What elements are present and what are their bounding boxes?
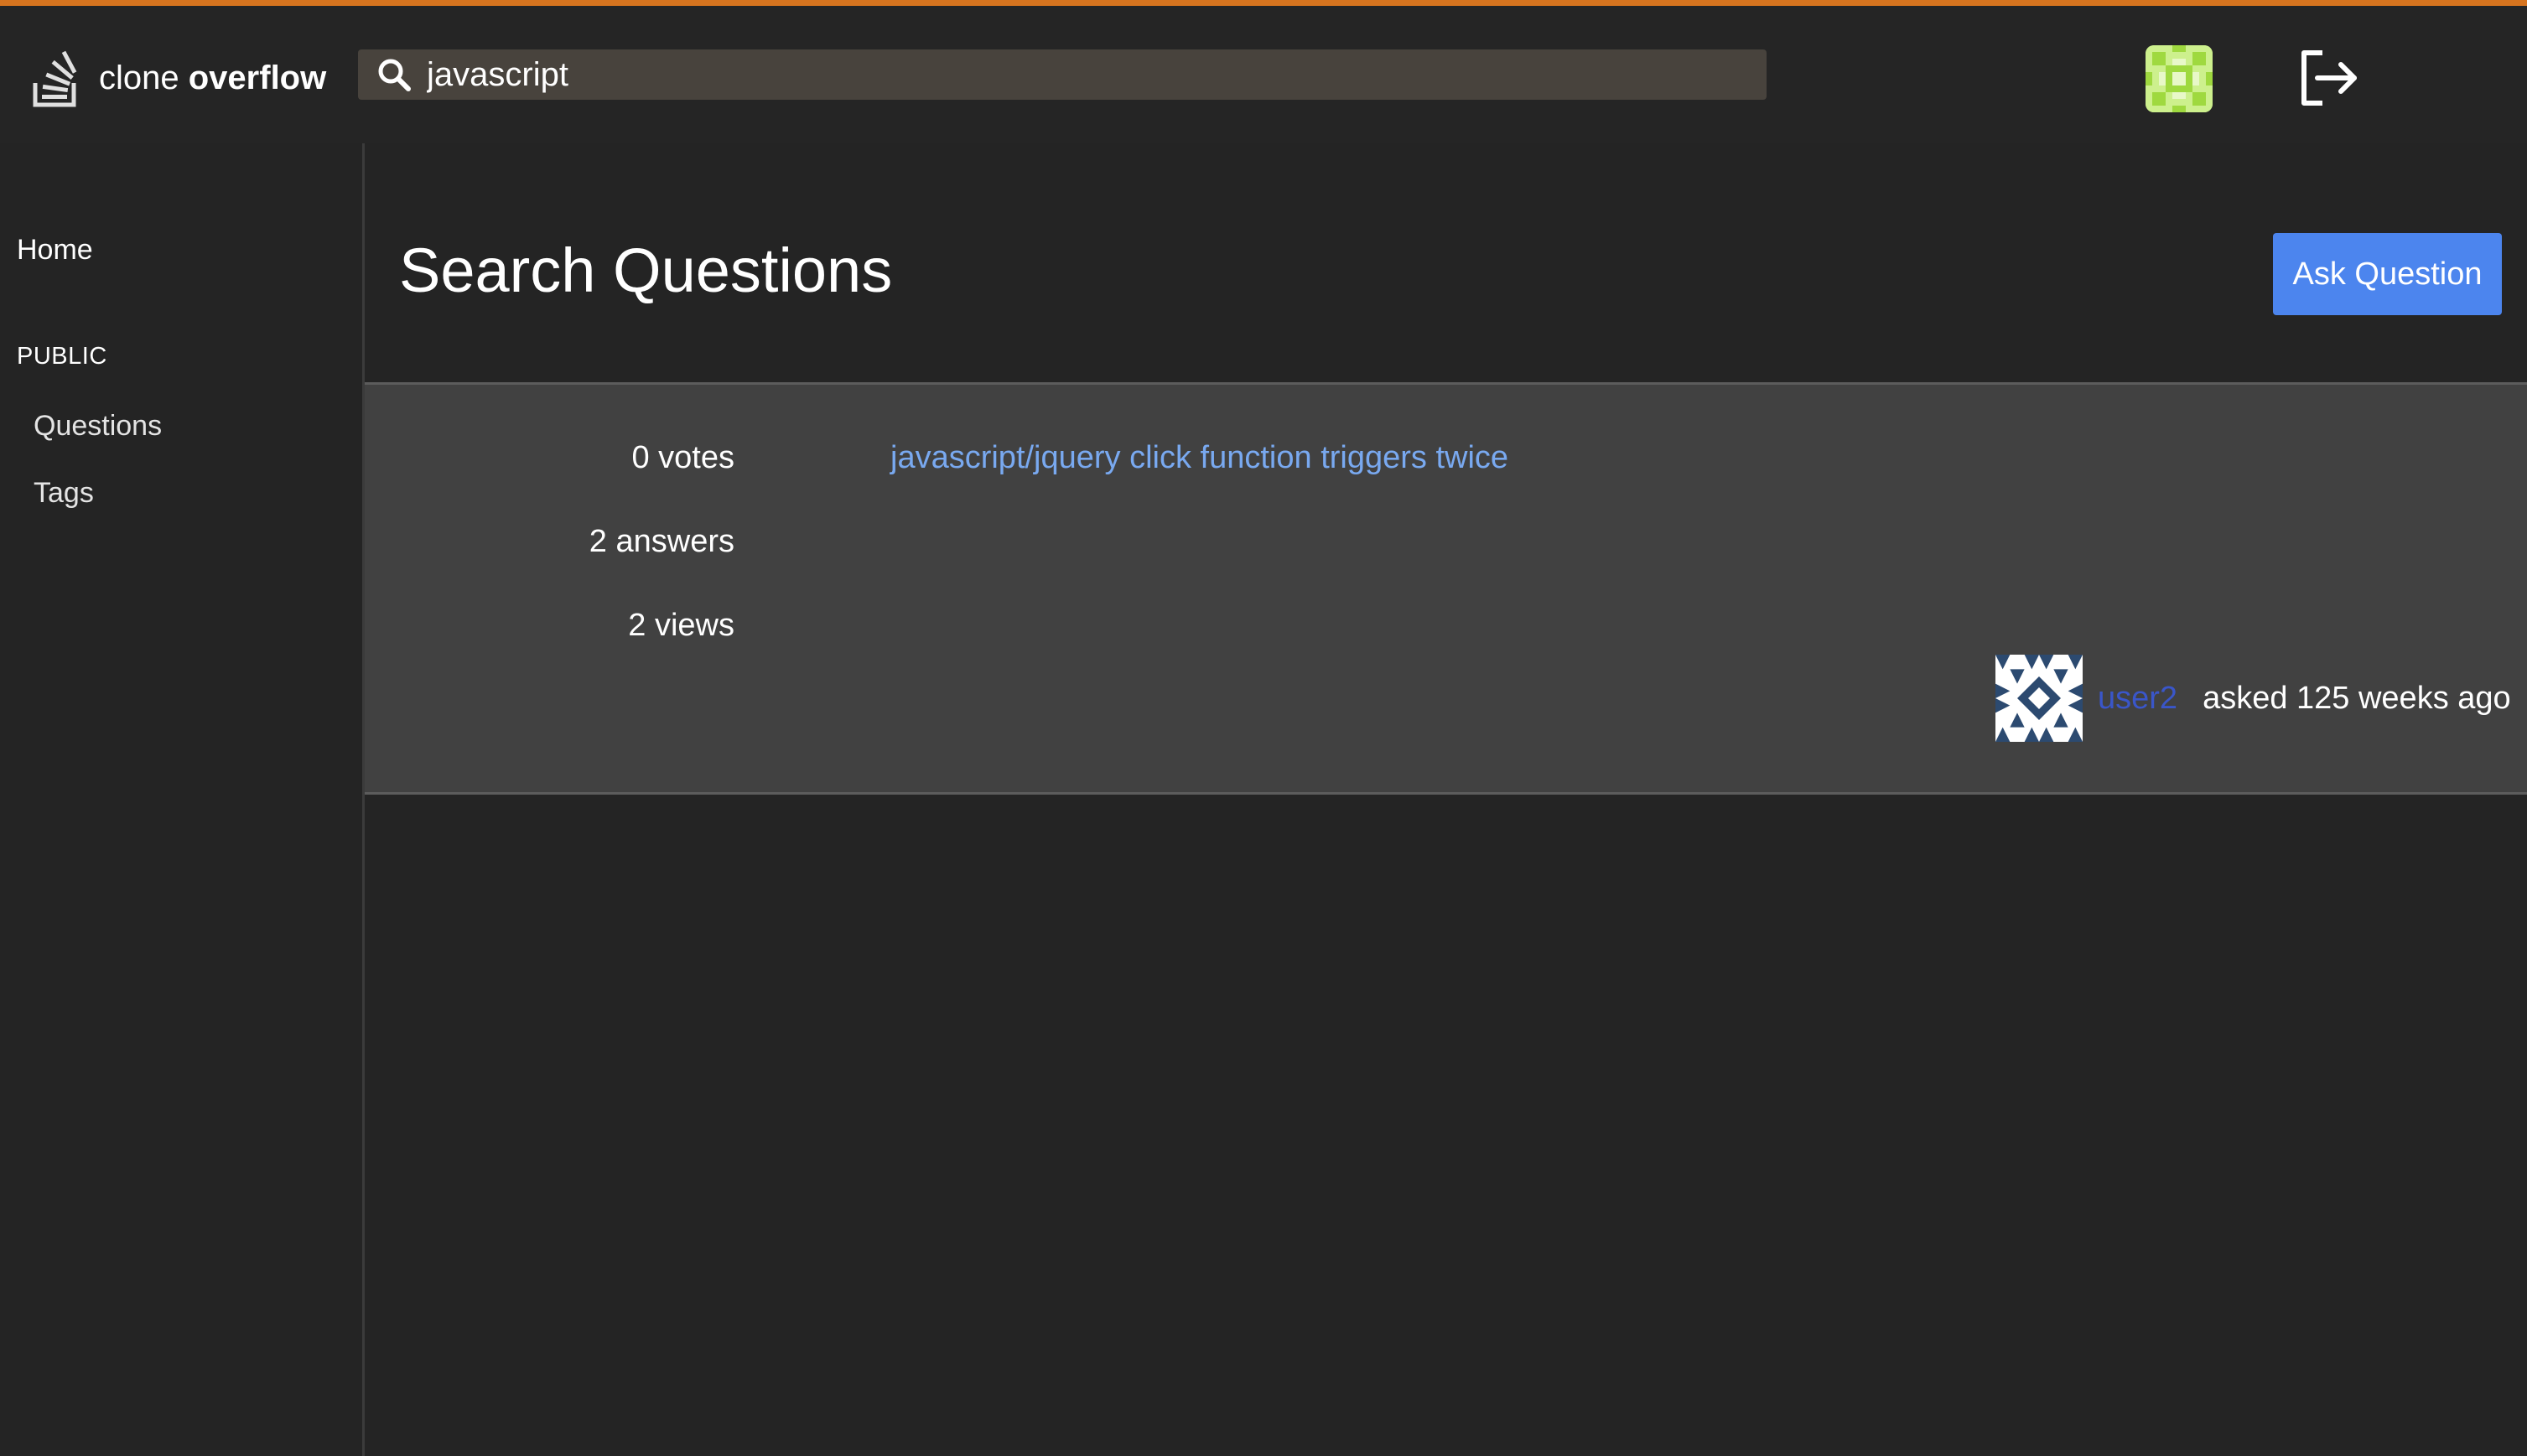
answer-count: 2 answers	[589, 524, 734, 559]
sidebar-section-public: PUBLIC	[17, 343, 107, 370]
sidebar-item-home[interactable]: Home	[17, 234, 93, 267]
search-input[interactable]	[425, 54, 1736, 95]
asker-avatar-icon[interactable]	[1995, 655, 2083, 742]
user-avatar-icon[interactable]	[2146, 45, 2213, 112]
question-summary: 0 votes 2 answers 2 views javascript/jqu…	[365, 382, 2527, 795]
stack-logo-icon	[33, 50, 77, 107]
view-count: 2 views	[628, 608, 734, 643]
app-logo[interactable]: clone overflow	[30, 43, 340, 113]
sidebar-item-questions[interactable]: Questions	[34, 410, 162, 443]
asker-info: user2 asked 125 weeks ago	[1995, 655, 2511, 742]
app-name-light: clone	[99, 59, 179, 96]
app-name-bold: overflow	[188, 59, 327, 96]
search-bar[interactable]	[358, 49, 1767, 100]
asked-time: asked 125 weeks ago	[2203, 680, 2511, 716]
vote-count: 0 votes	[631, 440, 734, 475]
search-icon	[378, 59, 411, 91]
ask-question-button[interactable]: Ask Question	[2273, 233, 2502, 315]
asker-username-link[interactable]: user2	[2098, 681, 2177, 717]
top-header: clone overflow	[0, 6, 2527, 143]
sidebar-item-tags[interactable]: Tags	[34, 477, 94, 510]
accent-topline	[0, 0, 2527, 6]
app-name: clone overflow	[99, 60, 326, 97]
logout-icon[interactable]	[2297, 48, 2361, 108]
left-sidebar: Home PUBLIC Questions Tags	[0, 143, 365, 1456]
page-title: Search Questions	[399, 236, 893, 305]
question-title-link[interactable]: javascript/jquery click function trigger…	[890, 440, 1508, 476]
